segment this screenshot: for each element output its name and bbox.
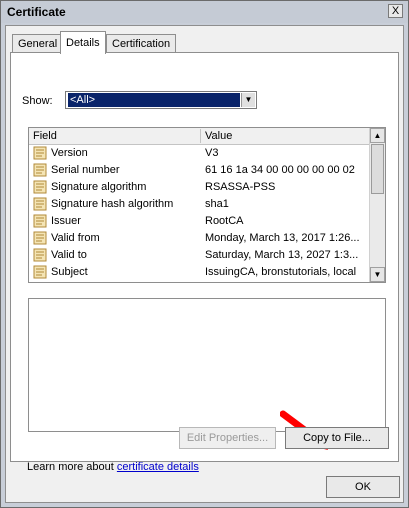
tab-general[interactable]: General: [12, 34, 64, 53]
chevron-down-icon[interactable]: ▼: [241, 93, 255, 107]
tab-details[interactable]: Details: [60, 31, 106, 54]
scroll-down-icon[interactable]: ▼: [370, 267, 385, 282]
learn-more-text: Learn more about certificate details: [27, 461, 199, 473]
field-name: Issuer: [51, 215, 81, 227]
certificate-details-link[interactable]: certificate details: [117, 461, 199, 473]
title-bar[interactable]: Certificate X: [1, 1, 408, 23]
certificate-field-icon: [33, 231, 47, 245]
field-name: Serial number: [51, 164, 120, 176]
field-value: RSASSA-PSS: [205, 181, 276, 193]
field-value: 61 16 1a 34 00 00 00 00 00 02: [205, 164, 355, 176]
table-row[interactable]: Subject IssuingCA, bronstutorials, local: [29, 264, 369, 281]
list-header: Field Value: [29, 128, 369, 145]
tab-certification-path[interactable]: Certification Path: [106, 34, 177, 68]
scroll-up-icon[interactable]: ▲: [370, 128, 385, 143]
tab-label: Details: [66, 37, 100, 49]
show-select[interactable]: <All> ▼: [65, 91, 257, 109]
certificate-dialog: Certificate X General Details Certificat…: [0, 0, 409, 508]
field-name: Signature algorithm: [51, 181, 147, 193]
vertical-scrollbar[interactable]: ▲ ▼: [369, 128, 385, 282]
value-detail-box[interactable]: [28, 298, 386, 432]
table-row[interactable]: Signature algorithm RSASSA-PSS: [29, 179, 369, 196]
field-name: Valid from: [51, 232, 100, 244]
certificate-field-icon: [33, 197, 47, 211]
field-name: Valid to: [51, 249, 87, 261]
show-label: Show:: [22, 95, 53, 107]
field-name: Signature hash algorithm: [51, 198, 174, 210]
field-value: RootCA: [205, 215, 244, 227]
table-row[interactable]: Valid from Monday, March 13, 2017 1:26...: [29, 230, 369, 247]
table-row[interactable]: Issuer RootCA: [29, 213, 369, 230]
table-row[interactable]: Version V3: [29, 145, 369, 162]
certificate-field-icon: [33, 214, 47, 228]
window-title: Certificate: [7, 5, 66, 19]
certificate-field-icon: [33, 265, 47, 279]
details-panel: Show: <All> ▼ Field Value Version V3 Seria…: [10, 52, 399, 473]
column-header-field[interactable]: Field: [29, 128, 57, 144]
certificate-field-icon: [33, 146, 47, 160]
certificate-field-icon: [33, 163, 47, 177]
edit-properties-button[interactable]: Edit Properties...: [179, 427, 276, 449]
tab-label: General: [18, 38, 58, 50]
copy-to-file-button[interactable]: Copy to File...: [285, 427, 389, 449]
field-name: Subject: [51, 266, 88, 278]
field-list[interactable]: Field Value Version V3 Serial number 61 16 …: [28, 127, 386, 283]
field-value: sha1: [205, 198, 229, 210]
field-value: IssuingCA, bronstutorials, local: [205, 266, 357, 278]
field-value: Monday, March 13, 2017 1:26...: [205, 232, 360, 244]
column-header-value[interactable]: Value: [201, 128, 232, 144]
field-name: Version: [51, 147, 88, 159]
scroll-thumb[interactable]: [371, 144, 384, 194]
certificate-field-icon: [33, 248, 47, 262]
table-row[interactable]: Valid to Saturday, March 13, 2027 1:3...: [29, 247, 369, 264]
close-icon: X: [391, 5, 400, 17]
table-row[interactable]: Signature hash algorithm sha1: [29, 196, 369, 213]
field-value: V3: [205, 147, 219, 159]
close-button[interactable]: X: [388, 4, 403, 18]
table-row[interactable]: Serial number 61 16 1a 34 00 00 00 00 00 …: [29, 162, 369, 179]
ok-button[interactable]: OK: [326, 476, 400, 498]
dialog-body: General Details Certification Path Show:…: [5, 25, 404, 503]
show-select-value: <All>: [68, 93, 240, 107]
certificate-field-icon: [33, 180, 47, 194]
learn-more-prefix: Learn more about: [27, 461, 117, 473]
field-value: Saturday, March 13, 2027 1:3...: [205, 249, 359, 261]
